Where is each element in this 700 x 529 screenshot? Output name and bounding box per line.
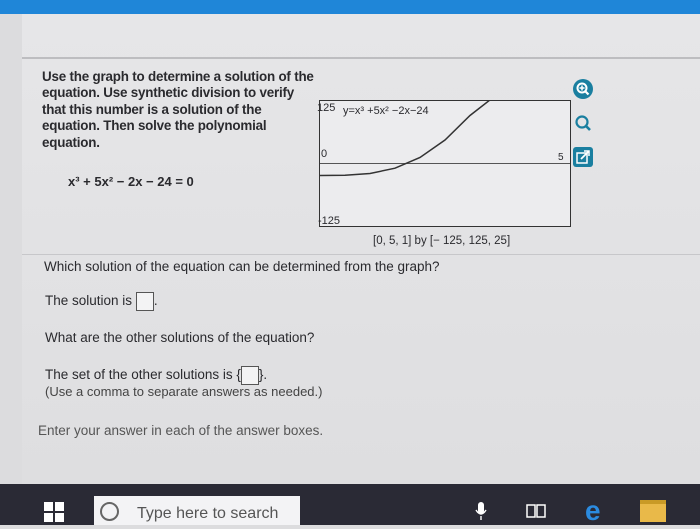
- set-prefix: The set of the other solutions is {: [45, 367, 241, 383]
- question-1-text: Which solution of the equation can be de…: [44, 259, 440, 274]
- x-max-label: 5: [558, 152, 564, 163]
- solution-row: The solution is .: [45, 292, 158, 311]
- popout-button[interactable]: [570, 146, 596, 168]
- windows-logo-icon: [44, 502, 64, 522]
- instructions-text: Enter your answer in each of the answer …: [38, 423, 324, 438]
- solution-suffix: .: [153, 293, 158, 309]
- graph-toolbar: [570, 78, 598, 180]
- cortana-icon: [100, 502, 119, 521]
- solution-answer-box[interactable]: [135, 292, 154, 311]
- taskbar-search-box[interactable]: Type here to search: [94, 496, 300, 525]
- answer-note: (Use a comma to separate answers as need…: [45, 384, 323, 399]
- set-row: The set of the other solutions is {}.: [45, 366, 267, 385]
- graph-canvas: [319, 95, 571, 227]
- search-placeholder: Type here to search: [137, 505, 279, 522]
- microphone-icon[interactable]: [474, 500, 488, 522]
- solution-prefix: The solution is: [45, 293, 133, 309]
- equation-text: x³ + 5x² − 2x − 24 = 0: [68, 174, 194, 189]
- set-suffix: }.: [258, 367, 268, 383]
- edge-browser-icon[interactable]: e: [585, 496, 601, 525]
- popout-icon: [573, 147, 593, 167]
- y-min-label: -125: [318, 215, 341, 227]
- graph-svg: [319, 95, 570, 177]
- task-view-icon[interactable]: [524, 500, 548, 522]
- top-accent-band: [0, 0, 700, 14]
- y-zero-label: 0: [321, 148, 328, 160]
- function-label: y=x³ +5x² −2x−24: [343, 105, 429, 117]
- question-2-text: What are the other solutions of the equa…: [45, 330, 315, 345]
- viewing-window-label: [0, 5, 1] by [− 125, 125, 25]: [373, 235, 511, 247]
- start-button[interactable]: [42, 500, 66, 524]
- zoom-in-icon: [573, 79, 593, 99]
- zoom-in-button[interactable]: [570, 78, 596, 100]
- set-answer-box[interactable]: [240, 366, 259, 385]
- y-max-label: 125: [317, 102, 336, 114]
- header-divider: [22, 57, 700, 59]
- zoom-out-icon: [575, 115, 591, 131]
- file-explorer-icon[interactable]: [640, 500, 666, 522]
- zoom-out-button[interactable]: [570, 112, 596, 134]
- question-prompt: Use the graph to determine a solution of…: [42, 69, 314, 150]
- section-divider: [22, 254, 700, 255]
